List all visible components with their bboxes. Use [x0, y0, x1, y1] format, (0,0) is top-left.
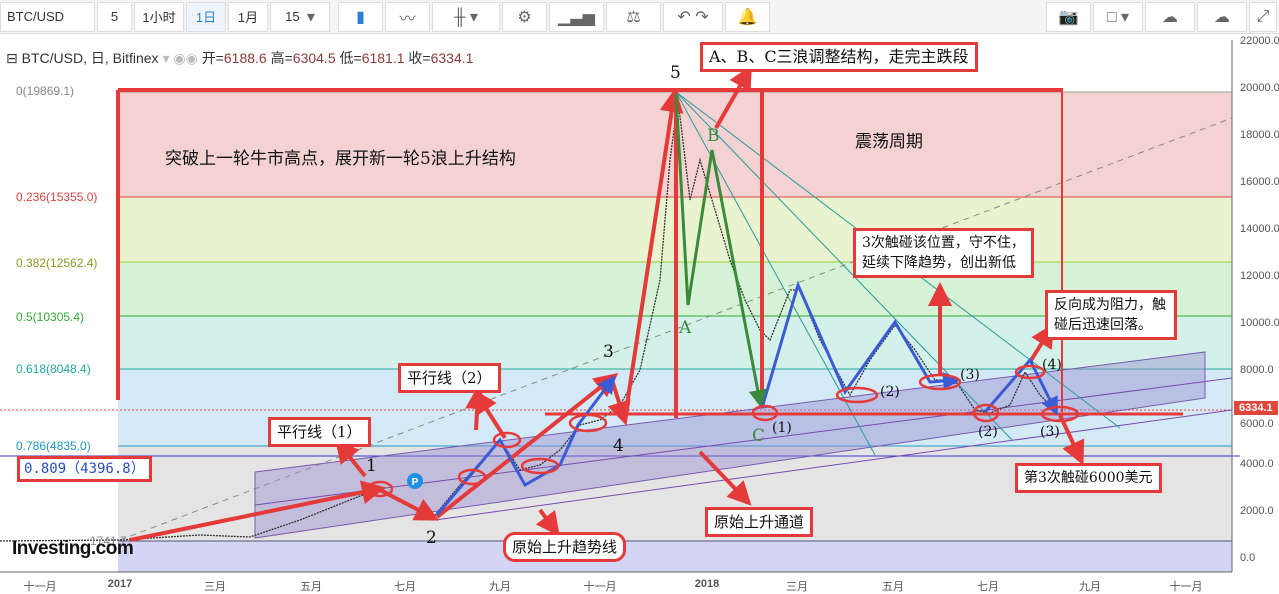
resist-line2: 碰后迅速回落。	[1054, 315, 1166, 335]
y-tick: 14000.0	[1240, 223, 1279, 235]
collapse-icon[interactable]: ⊟	[6, 50, 18, 66]
symbol-input[interactable]: BTC/USD	[0, 2, 95, 32]
wave-a-label: A	[679, 318, 691, 338]
fib-786-label: 0.786(4835.0)	[16, 439, 91, 453]
channel-annotation: 原始上升通道	[705, 507, 813, 537]
y-tick: 22000.0	[1240, 35, 1279, 47]
close-label: 收=	[408, 50, 430, 66]
line-chart-icon[interactable]: 〰	[385, 2, 430, 32]
touch3-annotation: 3次触碰该位置，守不住，延续下降趋势，创出新低	[853, 228, 1034, 278]
fib-band-ext	[118, 541, 1232, 572]
high-value: 6304.5	[293, 50, 336, 66]
subwave-3a-label: (3)	[960, 367, 980, 383]
subwave-2b-label: (2)	[978, 424, 998, 440]
y-tick: 12000.0	[1240, 270, 1279, 282]
x-tick: 九月	[1079, 578, 1101, 594]
range-annotation: 震荡周期	[855, 127, 923, 152]
x-tick: 十一月	[24, 578, 57, 594]
low-value: 6181.1	[362, 50, 405, 66]
undo-redo-icon[interactable]: ↶ ↷	[663, 2, 723, 32]
fib-5-label: 0.5(10305.4)	[16, 310, 84, 324]
svg-text:P: P	[412, 477, 419, 488]
touch3-line2: 延续下降趋势，创出新低	[862, 253, 1025, 273]
x-tick: 五月	[300, 578, 322, 594]
investing-logo: Investing.com	[12, 538, 133, 560]
x-tick: 九月	[489, 578, 511, 594]
gear-icon[interactable]: ⚙	[502, 2, 547, 32]
interval-1m[interactable]: 1月	[228, 2, 268, 32]
wave-c-label: C	[752, 426, 765, 446]
x-tick: 七月	[394, 578, 416, 594]
x-tick: 2018	[695, 578, 719, 590]
interval-5[interactable]: 5	[97, 2, 132, 32]
resist-line1: 反向成为阻力，触	[1054, 295, 1166, 315]
parallel1-annotation: 平行线（1）	[268, 417, 371, 447]
resistance-annotation: 反向成为阻力，触碰后迅速回落。	[1045, 290, 1177, 340]
y-tick: 6000.0	[1240, 418, 1274, 430]
trendline-annotation: 原始上升趋势线	[503, 532, 626, 562]
high-label: 高=	[271, 50, 293, 66]
indicators-icon[interactable]: ▁▃▅	[549, 2, 604, 32]
wave-b-label: B	[707, 126, 720, 146]
cloud-download-icon[interactable]: ☁	[1145, 2, 1195, 32]
x-tick: 十一月	[584, 578, 617, 594]
y-tick: 18000.0	[1240, 129, 1279, 141]
open-label: 开=	[202, 50, 224, 66]
last-price-tag: 6334.1	[1234, 401, 1278, 415]
x-tick: 七月	[977, 578, 999, 594]
alert-bell-icon[interactable]: 🔔	[725, 2, 770, 32]
settings-icons[interactable]: ▾ ◉◉	[162, 50, 197, 66]
parallel2-annotation: 平行线（2）	[398, 363, 501, 393]
interval-1h[interactable]: 1小时	[134, 2, 184, 32]
color-picker-icon[interactable]: □ ▾	[1093, 2, 1143, 32]
fib-236-label: 0.236(15355.0)	[16, 190, 97, 204]
touch3-line1: 3次触碰该位置，守不住，	[862, 233, 1025, 253]
subwave-4-label: (4)	[1042, 357, 1062, 373]
camera-icon[interactable]: 📷	[1046, 2, 1091, 32]
fib-618-label: 0.618(8048.4)	[16, 362, 91, 376]
abc-annotation: A、B、C三浪调整结构，走完主跌段	[700, 42, 978, 72]
fib-0-label: 0(19869.1)	[16, 84, 74, 98]
wave-2-label: 2	[426, 528, 437, 548]
compare-scale-icon[interactable]: ⚖	[606, 2, 661, 32]
toolbar: BTC/USD 5 1小时 1日 1月 15 ▾ ▮ 〰 ╫ ▾ ⚙ ▁▃▅ ⚖…	[0, 0, 1279, 34]
chart-legend: ⊟ BTC/USD, 日, Bitfinex ▾ ◉◉ 开=6188.6 高=6…	[6, 48, 473, 68]
x-tick: 三月	[786, 578, 808, 594]
cloud-upload-icon[interactable]: ☁	[1197, 2, 1247, 32]
chevron-down-icon: ▾	[307, 7, 315, 27]
x-tick: 十一月	[1170, 578, 1203, 594]
wave-3-label: 3	[603, 342, 614, 362]
open-value: 6188.6	[224, 50, 267, 66]
subwave-1-label: (1)	[772, 420, 792, 436]
close-value: 6334.1	[431, 50, 474, 66]
x-tick: 五月	[882, 578, 904, 594]
y-tick: 16000.0	[1240, 176, 1279, 188]
interval-15-dropdown[interactable]: 15 ▾	[270, 2, 330, 32]
fib-382-label: 0.382(12562.4)	[16, 256, 97, 270]
y-tick: 2000.0	[1240, 505, 1274, 517]
third-touch-annotation: 第3次触碰6000美元	[1015, 463, 1162, 493]
legend-title: BTC/USD, 日, Bitfinex	[22, 50, 159, 66]
y-tick: 0.0	[1240, 552, 1255, 564]
fib-809-label: 0.809（4396.8）	[17, 456, 152, 482]
low-label: 低=	[340, 50, 362, 66]
y-tick: 10000.0	[1240, 317, 1279, 329]
y-tick: 8000.0	[1240, 364, 1274, 376]
subwave-3b-label: (3)	[1040, 424, 1060, 440]
wave-4-label: 4	[613, 436, 624, 456]
interval-1d[interactable]: 1日	[186, 2, 226, 32]
bar-chart-type-icon[interactable]: ╫ ▾	[432, 2, 500, 32]
fullscreen-icon[interactable]: ⤢	[1249, 2, 1277, 32]
breakout-annotation: 突破上一轮牛市高点，展开新一轮5浪上升结构	[165, 144, 516, 169]
y-tick: 4000.0	[1240, 458, 1274, 470]
interval-15: 15	[285, 9, 299, 24]
y-tick: 20000.0	[1240, 82, 1279, 94]
x-tick: 2017	[108, 578, 132, 590]
wave-5-label: 5	[670, 63, 681, 83]
wave-1-label: 1	[366, 456, 377, 476]
subwave-2a-label: (2)	[880, 384, 900, 400]
candlestick-icon[interactable]: ▮	[338, 2, 383, 32]
x-tick: 三月	[204, 578, 226, 594]
